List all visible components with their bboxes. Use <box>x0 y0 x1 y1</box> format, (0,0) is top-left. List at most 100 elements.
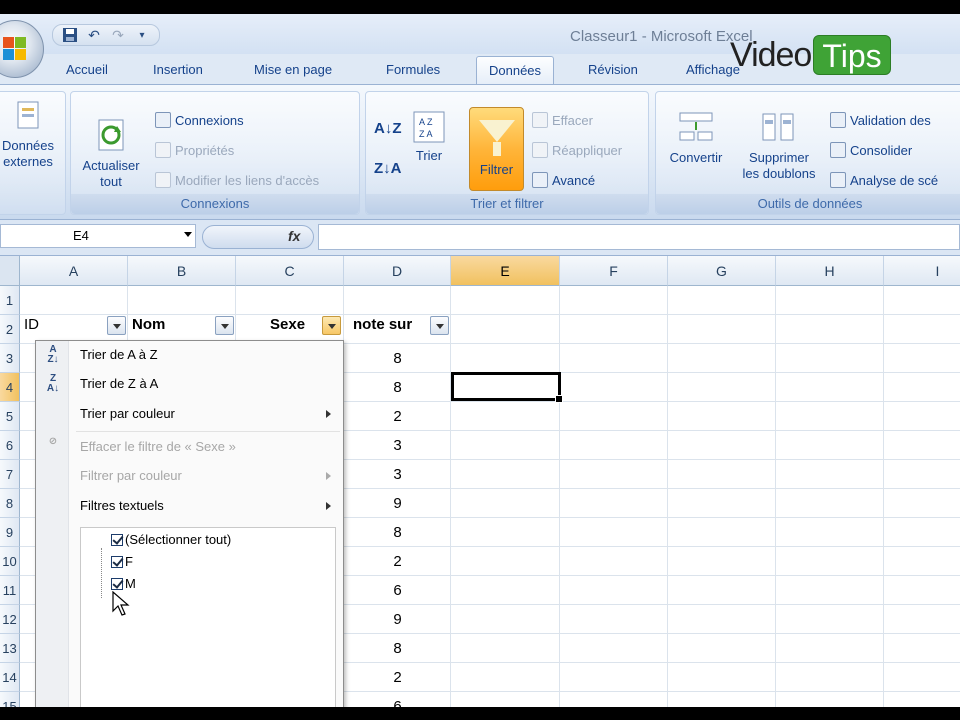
column-header-b[interactable]: B <box>128 256 236 286</box>
tab-revision[interactable]: Révision <box>588 62 638 77</box>
header-cell-id[interactable]: ID <box>24 310 39 339</box>
properties-icon <box>155 142 171 158</box>
row-header-8[interactable]: 8 <box>0 489 20 518</box>
filter-dropdown-sexe[interactable] <box>322 316 341 335</box>
properties-button[interactable]: Propriétés <box>155 142 234 158</box>
row-header-14[interactable]: 14 <box>0 663 20 692</box>
header-cell-note[interactable]: note sur <box>353 310 423 339</box>
row-header-15[interactable]: 15 <box>0 692 20 707</box>
row-header-6[interactable]: 6 <box>0 431 20 460</box>
row-header-11[interactable]: 11 <box>0 576 20 605</box>
row-header-10[interactable]: 10 <box>0 547 20 576</box>
menu-filter-by-color[interactable]: Filtrer par couleur <box>36 462 343 490</box>
sort-za-button[interactable]: Z↓A <box>374 160 402 177</box>
external-data-button[interactable]: Données externes <box>0 98 61 170</box>
sort-a-z-icon: A Z↓ <box>47 344 59 365</box>
menu-text-filters[interactable]: Filtres textuels <box>36 492 343 520</box>
refresh-all-button[interactable]: Actualiser tout <box>75 118 147 190</box>
tab-mise-en-page[interactable]: Mise en page <box>254 62 332 77</box>
filter-dropdown-id[interactable] <box>107 316 126 335</box>
column-header-g[interactable]: G <box>668 256 776 286</box>
what-if-analysis-button[interactable]: Analyse de scé <box>830 172 938 188</box>
cell-d3[interactable]: 8 <box>344 344 451 373</box>
cell-d7[interactable]: 3 <box>344 460 451 489</box>
header-cell-sexe[interactable]: Sexe <box>270 310 305 339</box>
row-header-9[interactable]: 9 <box>0 518 20 547</box>
formula-input[interactable] <box>318 224 960 250</box>
row-header-5[interactable]: 5 <box>0 402 20 431</box>
sort-za-icon: Z↓A <box>374 160 402 177</box>
row-header-12[interactable]: 12 <box>0 605 20 634</box>
column-header-f[interactable]: F <box>560 256 668 286</box>
row-header-1[interactable]: 1 <box>0 286 20 315</box>
select-all-corner[interactable] <box>0 256 20 286</box>
cell-d14[interactable]: 2 <box>344 663 451 692</box>
cell-d11[interactable]: 6 <box>344 576 451 605</box>
cell-d8[interactable]: 9 <box>344 489 451 518</box>
refresh-icon <box>93 118 129 154</box>
filter-dropdown-note[interactable] <box>430 316 449 335</box>
row-header-7[interactable]: 7 <box>0 460 20 489</box>
save-icon[interactable] <box>61 26 79 44</box>
consolidate-button[interactable]: Consolider <box>830 142 912 158</box>
column-header-e[interactable]: E <box>451 256 560 286</box>
tab-insertion[interactable]: Insertion <box>153 62 203 77</box>
filter-button[interactable]: Filtrer <box>469 107 524 191</box>
svg-text:Z A: Z A <box>419 129 433 139</box>
active-cell-e4[interactable] <box>451 372 563 403</box>
menu-sort-z-a[interactable]: Z A↓ Trier de Z à A <box>36 370 343 398</box>
text-to-columns-icon <box>676 110 716 146</box>
name-box[interactable]: E4 <box>0 224 196 248</box>
connexions-button[interactable]: Connexions <box>155 112 244 128</box>
column-header-c[interactable]: C <box>236 256 344 286</box>
row-header-4[interactable]: 4 <box>0 373 20 402</box>
edit-links-button[interactable]: Modifier les liens d'accès <box>155 172 319 188</box>
sort-button[interactable]: A Z Z A Trier <box>406 110 452 164</box>
advanced-label: Avancé <box>552 172 596 188</box>
column-header-h[interactable]: H <box>776 256 884 286</box>
row-header-2[interactable]: 2 <box>0 315 20 344</box>
tab-donnees[interactable]: Données <box>476 56 555 86</box>
checkbox-m[interactable]: M <box>111 576 136 591</box>
clear-filter-icon <box>532 112 548 128</box>
redo-icon[interactable]: ↷ <box>109 26 127 44</box>
sort-az-button[interactable]: A↓Z <box>374 120 402 137</box>
cell-d13[interactable]: 8 <box>344 634 451 663</box>
undo-icon[interactable]: ↶ <box>85 26 103 44</box>
checkbox-f[interactable]: F <box>111 554 133 569</box>
cell-d5[interactable]: 2 <box>344 402 451 431</box>
checkbox-select-all[interactable]: (Sélectionner tout) <box>111 532 231 547</box>
watermark-video-text: Video <box>730 35 812 74</box>
row-header-13[interactable]: 13 <box>0 634 20 663</box>
insert-function-icon[interactable]: fx <box>288 228 300 244</box>
excel-window: ↶ ↷ ▾ Classeur1 - Microsoft Excel Video … <box>0 14 960 707</box>
cell-d6[interactable]: 3 <box>344 431 451 460</box>
column-header-i[interactable]: I <box>884 256 960 286</box>
menu-sort-by-color[interactable]: Trier par couleur <box>36 400 343 428</box>
cell-d10[interactable]: 2 <box>344 547 451 576</box>
sort-az-icon: A↓Z <box>374 120 402 137</box>
remove-duplicates-button[interactable]: Supprimer les doublons <box>736 110 822 182</box>
reapply-button[interactable]: Réappliquer <box>532 142 622 158</box>
column-header-d[interactable]: D <box>344 256 451 286</box>
menu-clear-filter[interactable]: ⊘ Effacer le filtre de « Sexe » <box>36 433 343 461</box>
menu-sort-a-z[interactable]: A Z↓ Trier de A à Z <box>36 341 343 369</box>
row-header-3[interactable]: 3 <box>0 344 20 373</box>
tab-formules[interactable]: Formules <box>386 62 440 77</box>
cell-d12[interactable]: 9 <box>344 605 451 634</box>
advanced-button[interactable]: Avancé <box>532 172 595 188</box>
remove-duplicates-label-1: Supprimer <box>749 150 809 165</box>
tab-accueil[interactable]: Accueil <box>66 62 108 77</box>
cell-d4[interactable]: 8 <box>344 373 451 402</box>
checked-icon <box>111 556 123 568</box>
name-box-dropdown-icon[interactable] <box>184 232 192 237</box>
header-cell-nom[interactable]: Nom <box>132 310 165 339</box>
cell-d9[interactable]: 8 <box>344 518 451 547</box>
clear-button[interactable]: Effacer <box>532 112 593 128</box>
data-validation-button[interactable]: Validation des <box>830 112 931 128</box>
customize-icon[interactable]: ▾ <box>133 26 151 44</box>
text-to-columns-button[interactable]: Convertir <box>660 110 732 166</box>
column-header-a[interactable]: A <box>20 256 128 286</box>
filter-dropdown-nom[interactable] <box>215 316 234 335</box>
cell-d15[interactable]: 6 <box>344 692 451 707</box>
